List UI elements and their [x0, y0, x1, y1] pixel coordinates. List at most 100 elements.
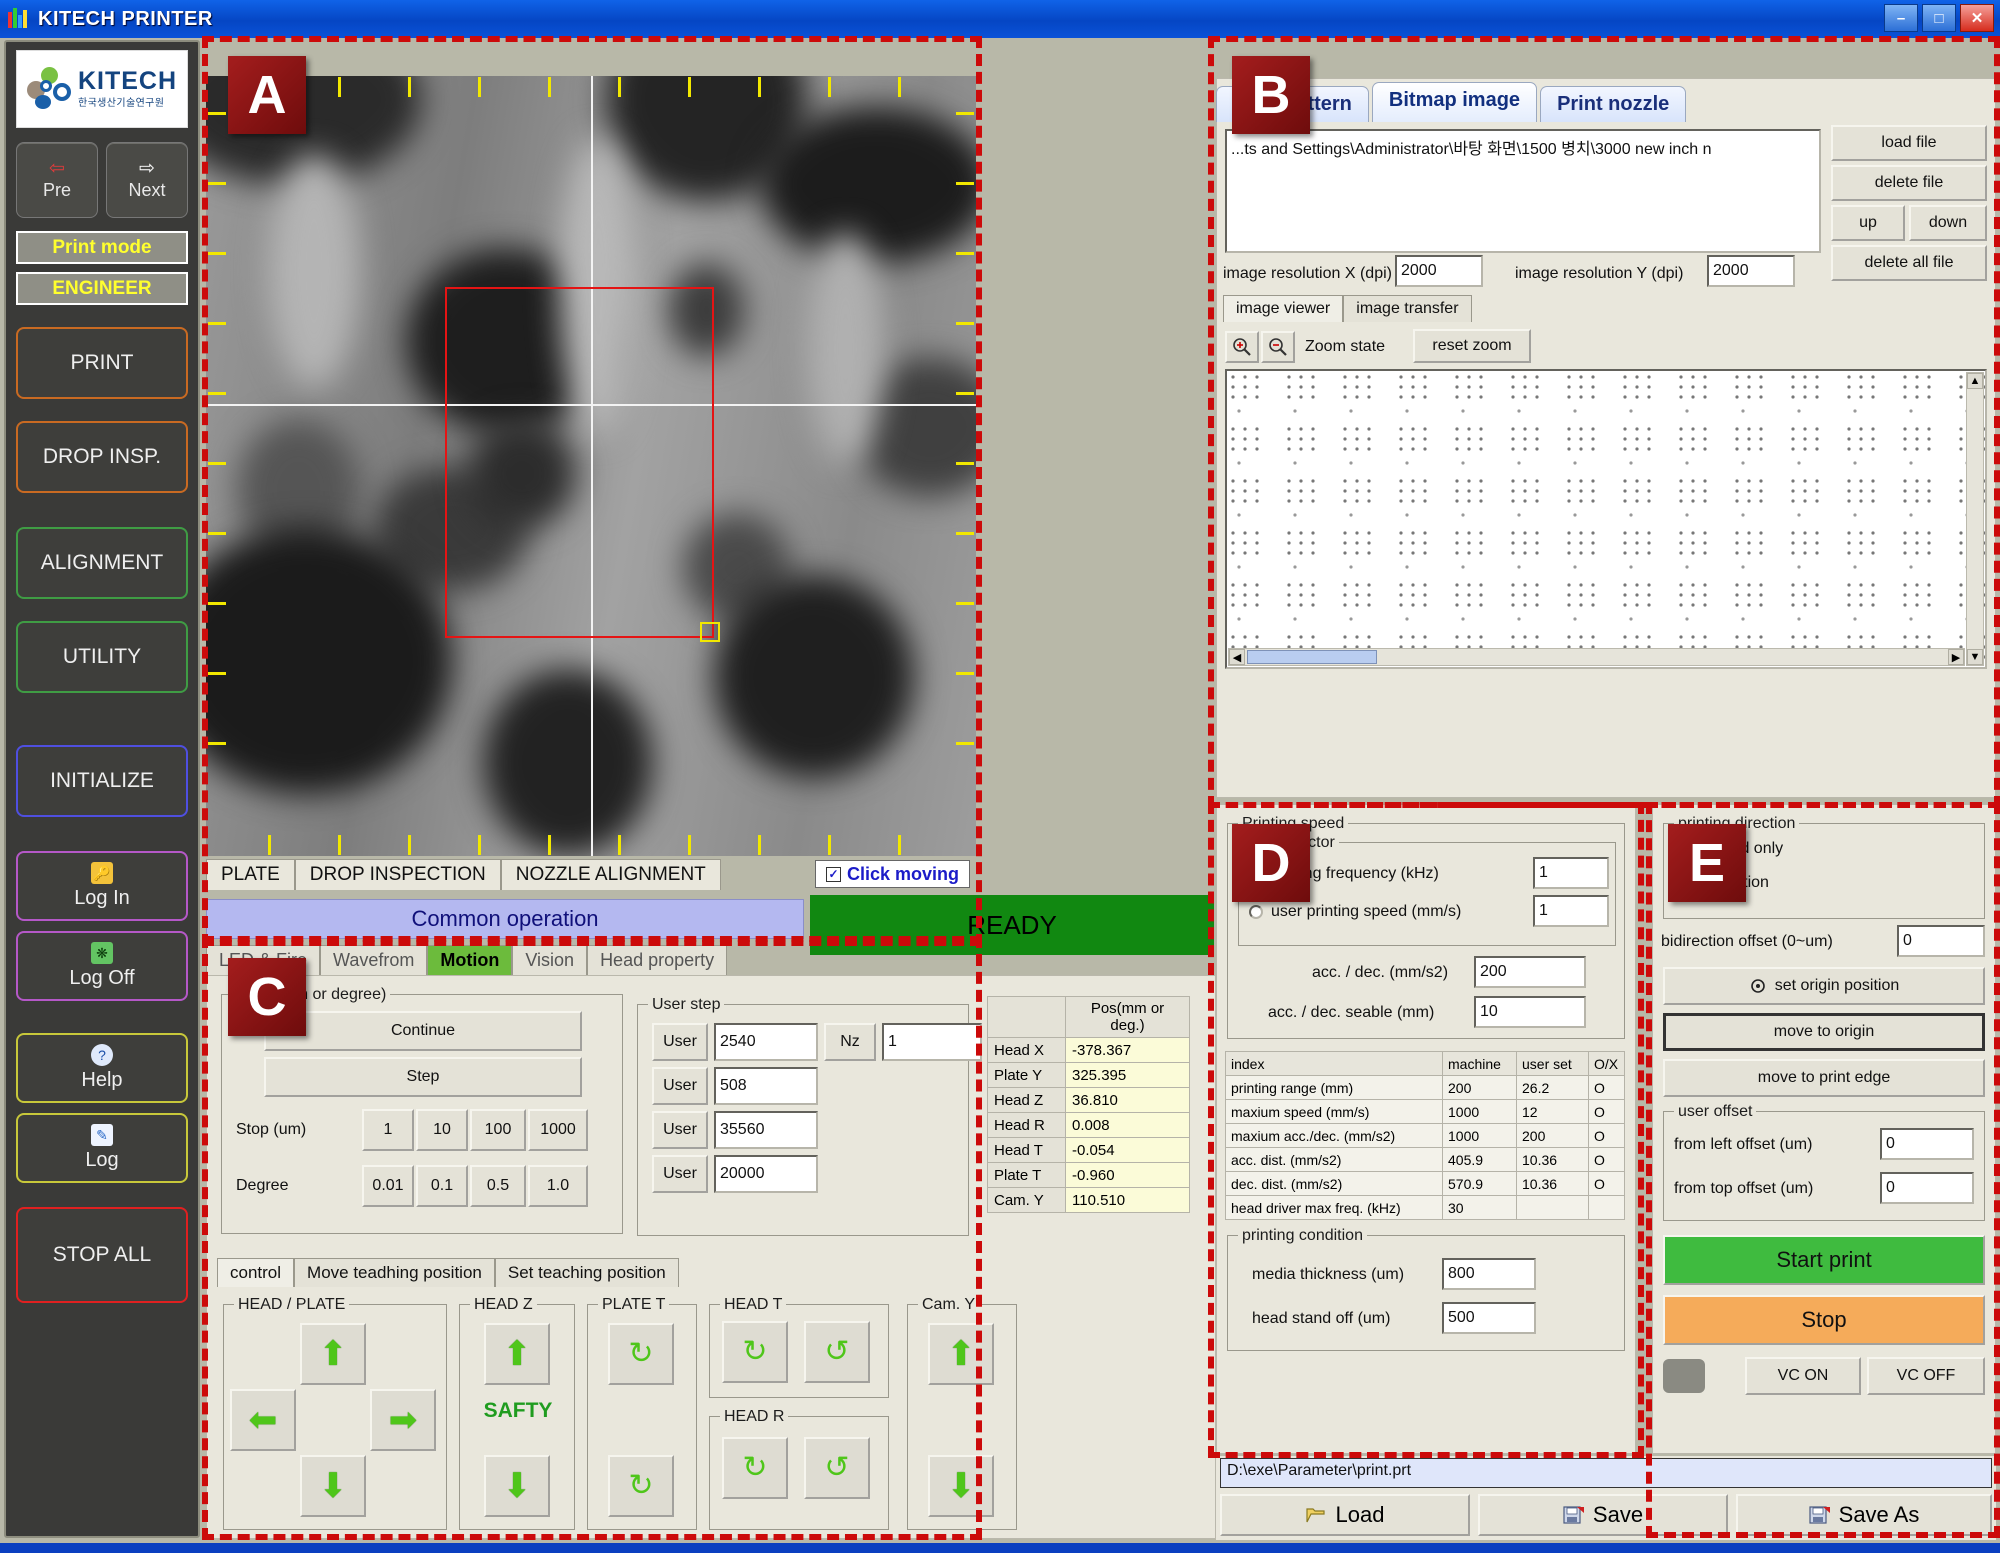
sidebar-item-help[interactable]: ? Help	[16, 1033, 188, 1103]
scroll-down-arrow-icon[interactable]: ▼	[1967, 649, 1983, 665]
continue-button[interactable]: Continue	[264, 1011, 582, 1051]
file-path-input[interactable]: ...ts and Settings\Administrator\바탕 화면\1…	[1225, 129, 1821, 163]
res-x-input[interactable]: 2000	[1395, 255, 1483, 287]
head-stand-off-input[interactable]: 500	[1442, 1302, 1536, 1334]
degree-step-01[interactable]: 0.1	[416, 1165, 468, 1207]
sidebar-item-log[interactable]: ✎ Log	[16, 1113, 188, 1183]
zoom-out-button[interactable]	[1261, 331, 1295, 363]
jog-left-button[interactable]: ⬅	[230, 1389, 296, 1451]
bidirection-offset-input[interactable]: 0	[1897, 925, 1985, 957]
up-button[interactable]: up	[1831, 205, 1905, 241]
vc-on-button[interactable]: VC ON	[1745, 1357, 1861, 1395]
delete-file-button[interactable]: delete file	[1831, 165, 1987, 201]
head-t-cw-button[interactable]: ↺	[804, 1321, 870, 1383]
nz-value-input[interactable]: 1	[882, 1023, 982, 1061]
tab-print-nozzle[interactable]: Print nozzle	[1540, 86, 1687, 122]
camera-image[interactable]	[206, 76, 976, 856]
stop-step-10[interactable]: 10	[416, 1109, 468, 1151]
head-r-cw-button[interactable]: ↺	[804, 1437, 870, 1499]
jog-down-button[interactable]: ⬇	[300, 1455, 366, 1517]
tab-vision[interactable]: Vision	[512, 945, 588, 975]
horizontal-scroll-thumb[interactable]	[1247, 650, 1377, 664]
acc-dec-seable-input[interactable]: 10	[1474, 996, 1586, 1028]
move-to-print-edge-button[interactable]: move to print edge	[1663, 1059, 1985, 1097]
region-of-interest-box[interactable]	[444, 286, 715, 638]
set-origin-position-button[interactable]: set origin position	[1663, 967, 1985, 1005]
start-print-button[interactable]: Start print	[1663, 1235, 1985, 1285]
acc-dec-input[interactable]: 200	[1474, 956, 1586, 988]
scroll-up-arrow-icon[interactable]: ▲	[1967, 373, 1983, 389]
minimize-button[interactable]: –	[1884, 4, 1918, 32]
delete-all-file-button[interactable]: delete all file	[1831, 245, 1987, 281]
move-to-origin-button[interactable]: move to origin	[1663, 1013, 1985, 1051]
reset-zoom-button[interactable]: reset zoom	[1413, 329, 1531, 363]
user-step-value-2[interactable]: 508	[714, 1067, 818, 1105]
sidebar-item-logoff[interactable]: ❋ Log Off	[16, 931, 188, 1001]
degree-step-001[interactable]: 0.01	[362, 1165, 414, 1207]
plate-t-ccw-button[interactable]: ↻	[608, 1323, 674, 1385]
pre-button[interactable]: ⇦ Pre	[16, 142, 98, 218]
sidebar-item-initialize[interactable]: INITIALIZE	[16, 745, 188, 817]
user-printing-speed-input[interactable]: 1	[1533, 895, 1609, 927]
left-offset-input[interactable]: 0	[1880, 1128, 1974, 1160]
sidebar-item-drop-insp[interactable]: DROP INSP.	[16, 421, 188, 493]
tab-move-teaching-position[interactable]: Move teadhing position	[294, 1258, 495, 1287]
stop-step-1000[interactable]: 1000	[528, 1109, 588, 1151]
load-file-button[interactable]: load file	[1831, 125, 1987, 161]
click-moving-checkbox[interactable]: ✓	[825, 866, 841, 882]
degree-step-05[interactable]: 0.5	[470, 1165, 526, 1207]
stop-step-100[interactable]: 100	[470, 1109, 526, 1151]
media-thickness-input[interactable]: 800	[1442, 1258, 1536, 1290]
scroll-left-arrow-icon[interactable]: ◀	[1229, 649, 1245, 665]
res-y-input[interactable]: 2000	[1707, 255, 1795, 287]
head-r-ccw-button[interactable]: ↻	[722, 1437, 788, 1499]
sidebar-item-utility[interactable]: UTILITY	[16, 621, 188, 693]
sidebar-item-login[interactable]: 🔑 Log In	[16, 851, 188, 921]
top-offset-input[interactable]: 0	[1880, 1172, 1974, 1204]
camera-view[interactable]	[206, 76, 976, 856]
nz-button[interactable]: Nz	[824, 1023, 876, 1061]
user-step-button-3[interactable]: User	[652, 1111, 708, 1149]
save-button[interactable]: Save	[1478, 1494, 1728, 1536]
scroll-right-arrow-icon[interactable]: ▶	[1948, 649, 1964, 665]
tab-image-transfer[interactable]: image transfer	[1343, 295, 1472, 322]
degree-step-10[interactable]: 1.0	[528, 1165, 588, 1207]
printing-frequency-input[interactable]: 1	[1533, 857, 1609, 889]
parameter-path-input[interactable]: D:\exe\Parameter\print.prt	[1220, 1458, 1992, 1488]
head-z-up-button[interactable]: ⬆	[484, 1323, 550, 1385]
tab-bitmap-image[interactable]: Bitmap image	[1371, 82, 1538, 122]
head-z-down-button[interactable]: ⬇	[484, 1455, 550, 1517]
sidebar-item-alignment[interactable]: ALIGNMENT	[16, 527, 188, 599]
user-step-button-2[interactable]: User	[652, 1067, 708, 1105]
preview-horizontal-scrollbar[interactable]: ◀ ▶	[1228, 648, 1965, 666]
tab-image-viewer[interactable]: image viewer	[1223, 295, 1344, 322]
down-button[interactable]: down	[1909, 205, 1987, 241]
user-step-value-4[interactable]: 20000	[714, 1155, 818, 1193]
user-speed-radio[interactable]	[1249, 905, 1263, 919]
cam-y-down-button[interactable]: ⬇	[928, 1455, 994, 1517]
load-button[interactable]: Load	[1220, 1494, 1470, 1536]
step-button[interactable]: Step	[264, 1057, 582, 1097]
tab-drop-inspection[interactable]: DROP INSPECTION	[294, 859, 501, 890]
close-button[interactable]: ✕	[1960, 4, 1994, 32]
preview-vertical-scrollbar[interactable]: ▲ ▼	[1966, 372, 1984, 666]
stop-print-button[interactable]: Stop	[1663, 1295, 1985, 1345]
save-as-button[interactable]: Save As	[1736, 1494, 1992, 1536]
next-button[interactable]: ⇨ Next	[106, 142, 188, 218]
file-list[interactable]	[1225, 163, 1821, 253]
jog-up-button[interactable]: ⬆	[300, 1323, 366, 1385]
sidebar-item-stop-all[interactable]: STOP ALL	[16, 1207, 188, 1303]
zoom-in-button[interactable]	[1225, 331, 1259, 363]
user-step-value-3[interactable]: 35560	[714, 1111, 818, 1149]
click-moving-toggle[interactable]: ✓ Click moving	[814, 860, 970, 888]
sidebar-item-print[interactable]: PRINT	[16, 327, 188, 399]
roi-resize-handle[interactable]	[700, 622, 721, 642]
jog-right-button[interactable]: ➡	[370, 1389, 436, 1451]
vc-off-button[interactable]: VC OFF	[1867, 1357, 1985, 1395]
user-step-button-1[interactable]: User	[652, 1023, 708, 1061]
plate-t-cw-button[interactable]: ↻	[608, 1455, 674, 1517]
tab-head-property[interactable]: Head property	[587, 945, 728, 975]
head-t-ccw-button[interactable]: ↻	[722, 1321, 788, 1383]
bitmap-preview-canvas[interactable]: ▲ ▼ ◀ ▶	[1225, 369, 1987, 669]
stop-step-1[interactable]: 1	[362, 1109, 414, 1151]
